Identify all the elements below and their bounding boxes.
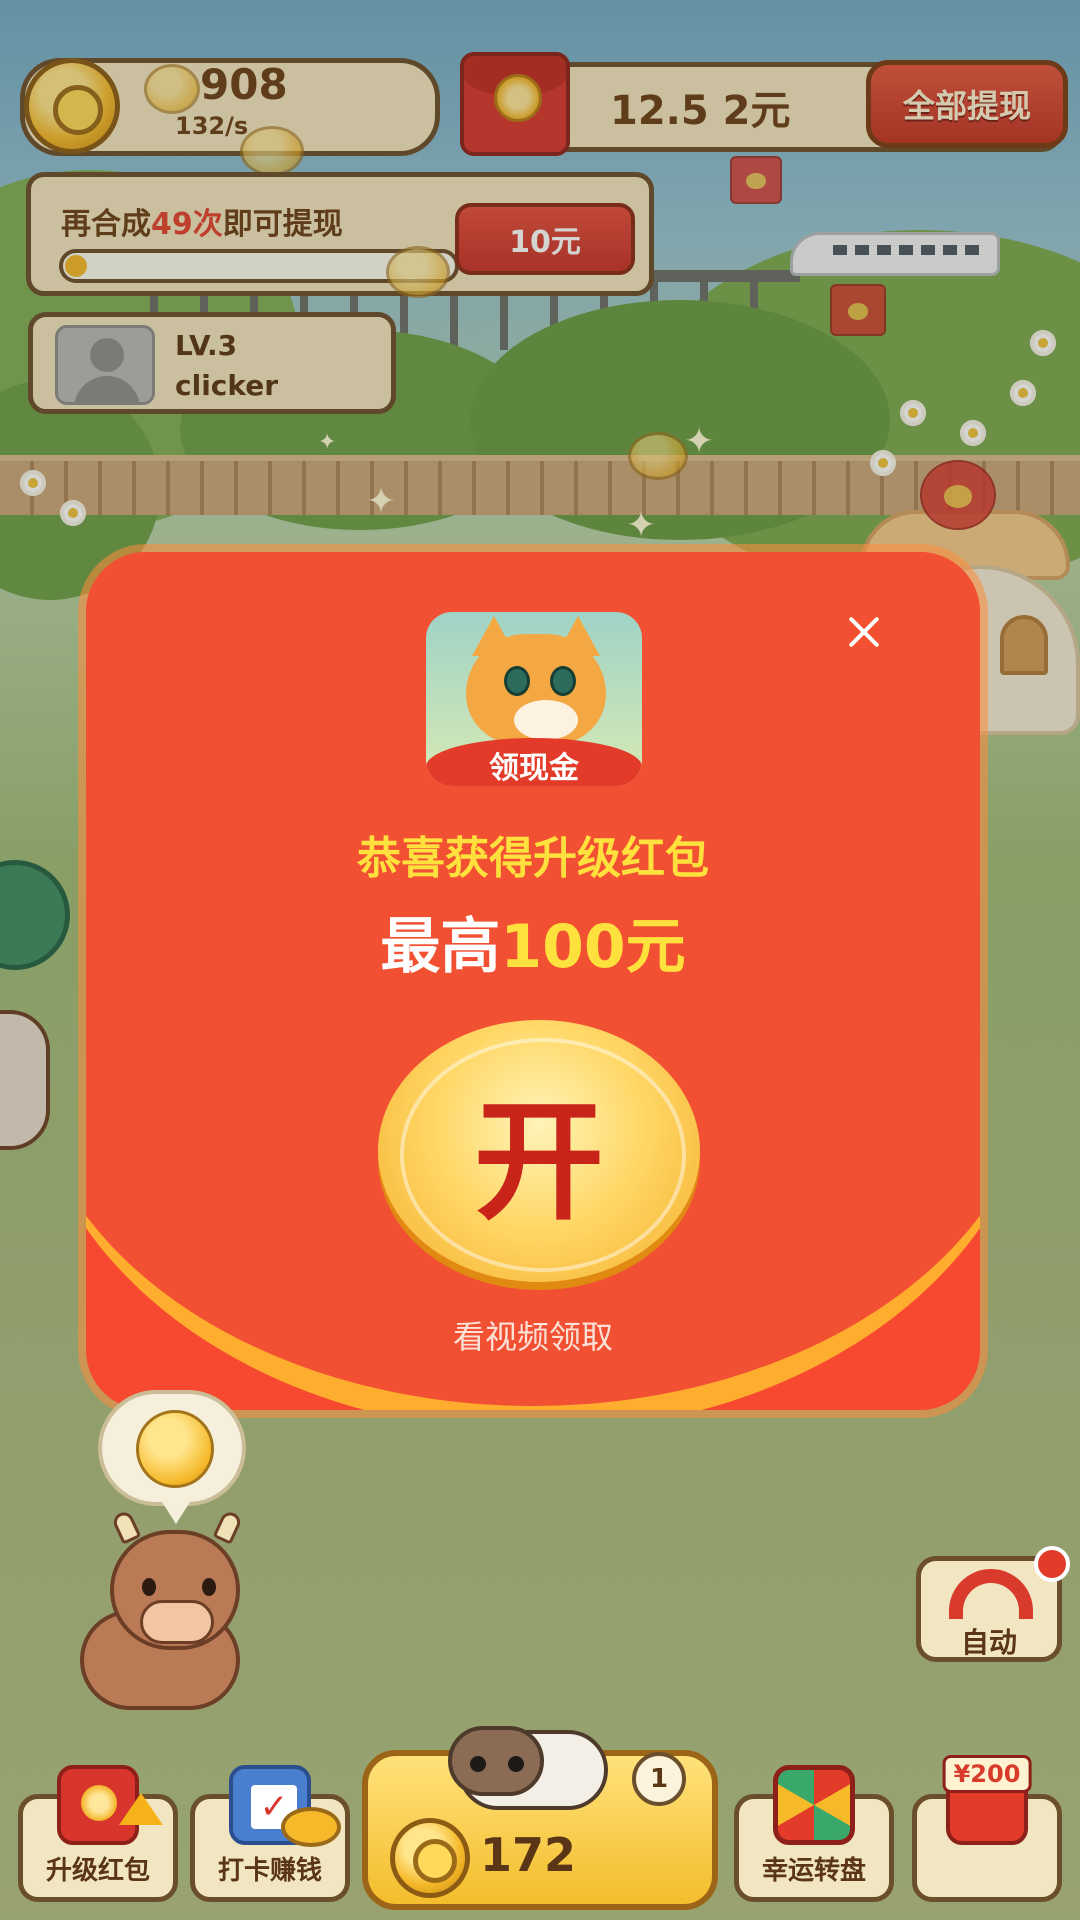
cow-character[interactable] (50, 1509, 280, 1720)
lucky-wheel-button[interactable]: 幸运转盘 (734, 1765, 894, 1902)
gift-button[interactable]: ¥200 (912, 1755, 1062, 1902)
upgrade-red-packet-button[interactable]: 升级红包 (18, 1765, 178, 1902)
coin-icon (136, 1410, 214, 1488)
max-amount: 100元 (500, 912, 686, 982)
coin-icon (390, 1818, 470, 1898)
coin-stack-icon (281, 1807, 341, 1847)
close-icon[interactable] (846, 614, 882, 650)
checkin-earn-button[interactable]: 打卡赚钱 (190, 1765, 350, 1902)
notification-dot (1034, 1546, 1070, 1582)
modal-subtitle: 最高100元 (380, 912, 686, 982)
app-icon: 领现金 (426, 612, 642, 786)
magnet-icon (949, 1569, 1033, 1627)
gift-amount-tag: ¥200 (942, 1755, 1032, 1793)
coin-bubble[interactable] (98, 1390, 246, 1524)
open-button[interactable]: 开 (378, 1020, 700, 1282)
wheel-icon (773, 1765, 855, 1845)
watch-video-hint[interactable]: 看视频领取 (86, 1312, 980, 1358)
cat-level-badge: 1 (632, 1752, 686, 1806)
modal-title: 恭喜获得升级红包 (357, 833, 709, 884)
buy-cat-price: 172 (480, 1828, 577, 1882)
arrow-up-icon (119, 1793, 163, 1825)
cat-character (448, 1700, 608, 1810)
app-badge: 领现金 (426, 738, 642, 786)
